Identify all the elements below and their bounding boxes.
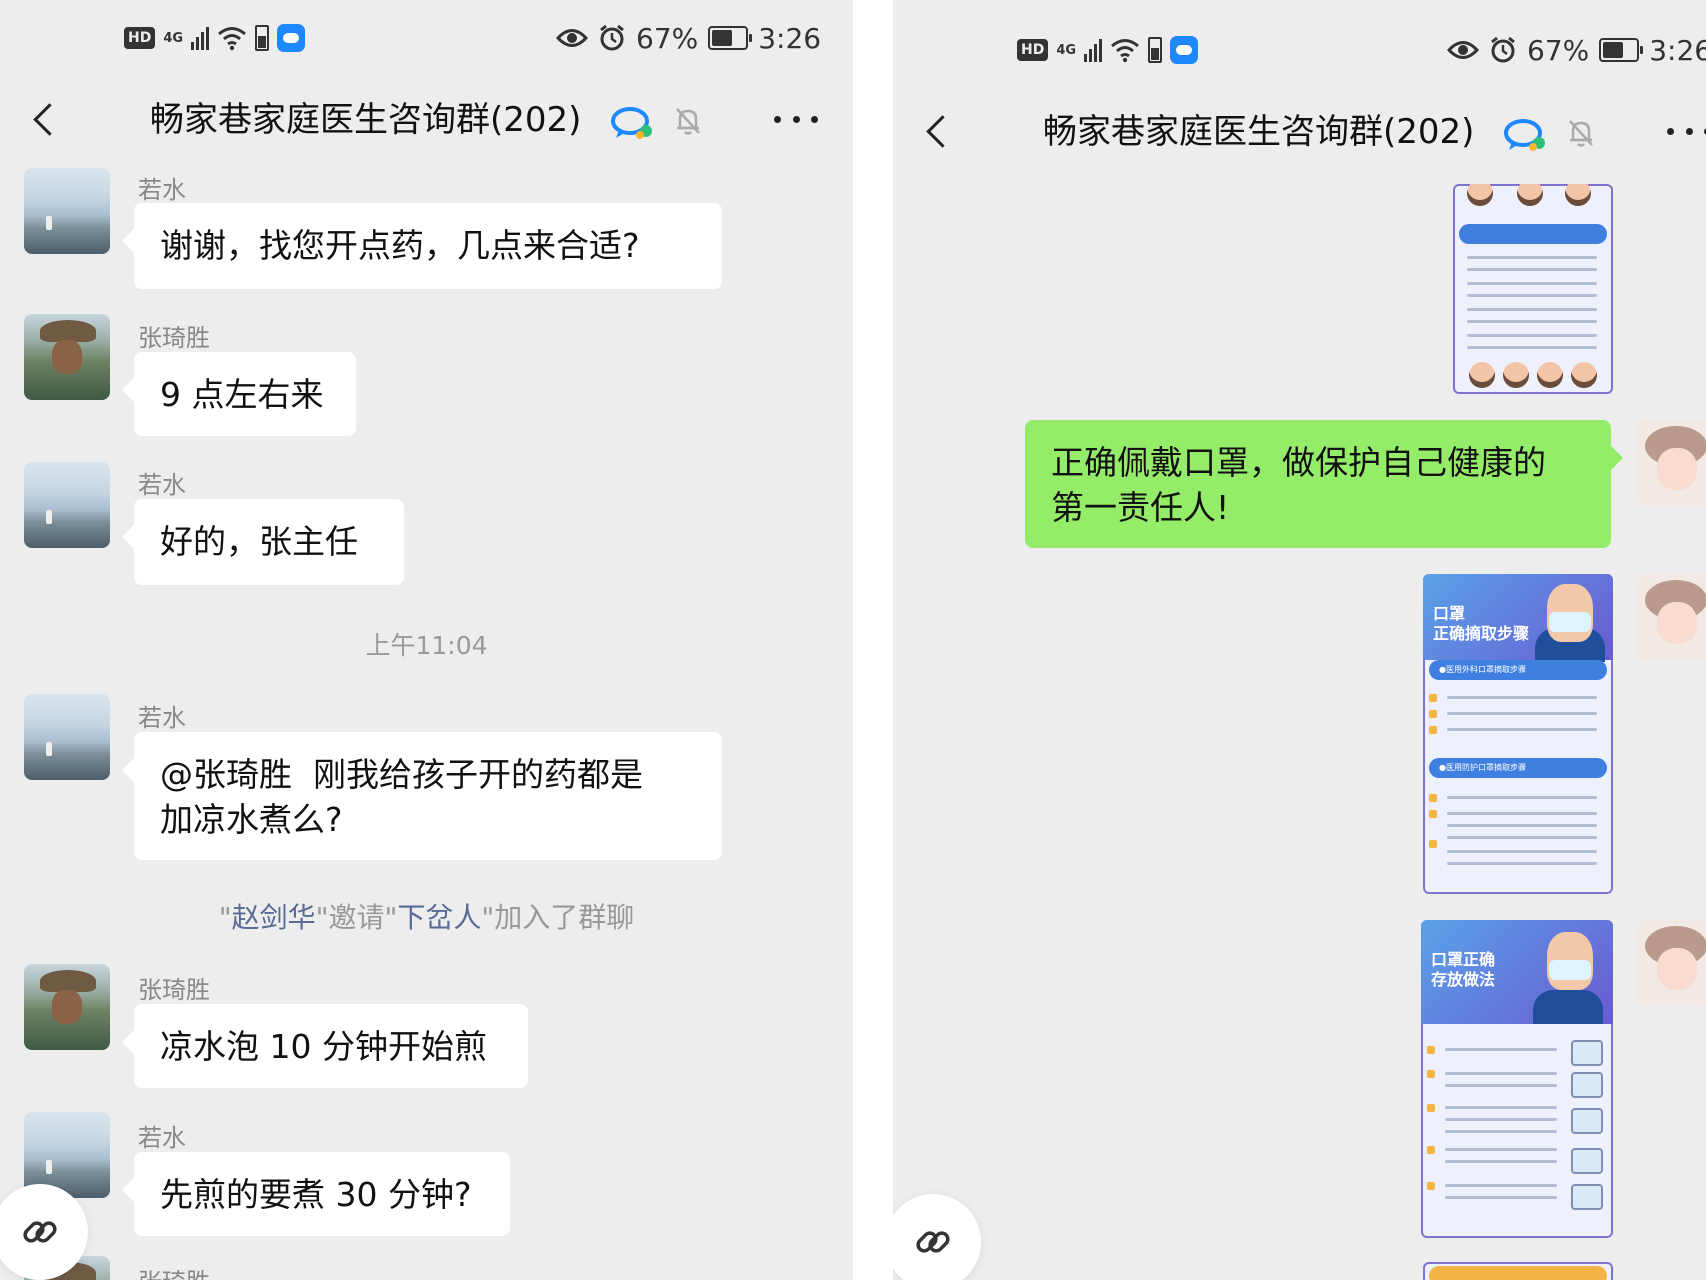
network-type: 4G: [1056, 42, 1077, 58]
mask-illustration: [1571, 1108, 1603, 1134]
poster-image[interactable]: [1453, 184, 1613, 394]
mask-illustration: [1571, 1040, 1603, 1066]
sender-name: 若水: [138, 471, 186, 499]
figure-illustration: [1517, 184, 1543, 206]
mask-illustration: [1549, 960, 1591, 980]
message-bubble[interactable]: 好的，张主任: [122, 499, 404, 585]
message-bubble[interactable]: 谢谢，找您开点药，几点来合适?: [122, 203, 722, 289]
figure-illustration: [1503, 362, 1529, 388]
figure-illustration: [1537, 362, 1563, 388]
sender-name: 若水: [138, 704, 186, 732]
right-chat-screen: HD 4G 67% 3:26 畅家巷家庭医生咨询群(202) 正确佩戴口罩，做保…: [893, 0, 1706, 1280]
notice-tail: "加入了群聊: [481, 901, 635, 934]
mute-bell-icon[interactable]: [1567, 118, 1595, 148]
mask-illustration: [1549, 612, 1591, 632]
signal-icon: [191, 26, 210, 50]
chat-header: 畅家巷家庭医生咨询群(202): [0, 90, 853, 150]
clock-time: 3:26: [758, 21, 822, 55]
more-icon[interactable]: [1667, 128, 1706, 138]
notice-inviter[interactable]: 赵剑华: [232, 901, 316, 934]
poster-section-band: [1459, 224, 1607, 244]
avatar[interactable]: [24, 314, 110, 400]
poster-image[interactable]: [1423, 1262, 1613, 1280]
avatar-self[interactable]: [1637, 920, 1706, 1006]
battery-percent: 67%: [636, 21, 699, 55]
message-bubble[interactable]: 9 点左右来: [122, 352, 356, 436]
timestamp: 上午11:04: [365, 631, 488, 660]
poster-image[interactable]: 口罩 正确摘取步骤 ●医用外科口罩摘取步骤 ●医用防护口罩摘取步骤: [1423, 574, 1613, 894]
battery-percent: 67%: [1527, 33, 1590, 67]
link-icon: [23, 1221, 57, 1243]
figure-illustration: [1469, 362, 1495, 388]
link-icon: [916, 1231, 950, 1253]
chat-bubble-icon[interactable]: [610, 106, 654, 140]
wifi-icon: [1111, 39, 1140, 63]
sender-name: 张琦胜: [138, 324, 210, 352]
message-bubble-self[interactable]: 正确佩戴口罩，做保护自己健康的 第一责任人!: [1025, 420, 1623, 548]
status-bar: HD 4G 67% 3:26: [0, 18, 853, 58]
system-notice: "赵剑华"邀请"下岔人"加入了群聊: [0, 896, 853, 936]
weather-app-icon: [1170, 36, 1199, 64]
figure-illustration: [1571, 362, 1597, 388]
poster-section-band: ●医用防护口罩摘取步骤: [1429, 758, 1607, 778]
back-arrow-icon[interactable]: [923, 110, 953, 154]
sender-name: 若水: [138, 1124, 186, 1152]
hd-icon: HD: [1017, 39, 1049, 61]
small-battery-icon: [1148, 37, 1163, 63]
weather-app-icon: [277, 24, 306, 52]
sender-name: 张琦胜: [138, 976, 210, 1004]
message-bubble[interactable]: 凉水泡 10 分钟开始煎: [122, 1004, 528, 1088]
small-battery-icon: [255, 25, 270, 51]
mask-illustration: [1571, 1184, 1603, 1210]
message-bubble[interactable]: 先煎的要煮 30 分钟?: [122, 1152, 510, 1236]
mask-illustration: [1571, 1072, 1603, 1098]
figure-illustration: [1565, 184, 1591, 206]
chat-bubble-icon[interactable]: [1503, 118, 1547, 152]
chat-title: 畅家巷家庭医生咨询群(202): [1043, 112, 1475, 152]
alarm-icon: [600, 24, 624, 51]
poster-section-band: [1429, 1266, 1607, 1280]
figure-illustration: [1467, 184, 1493, 206]
poster-title: 口罩正确 存放做法: [1431, 950, 1496, 989]
mute-bell-icon[interactable]: [674, 106, 702, 136]
chat-header: 畅家巷家庭医生咨询群(202): [893, 102, 1706, 162]
wifi-icon: [218, 27, 247, 51]
avatar[interactable]: [24, 964, 110, 1050]
avatar-self[interactable]: [1637, 574, 1706, 660]
left-chat-screen: HD 4G 67% 3:26 畅家巷家庭医生咨询群(202) 若水 谢谢，找您开…: [0, 0, 853, 1280]
poster-title: 口罩 正确摘取步骤: [1433, 604, 1530, 643]
signal-icon: [1084, 38, 1103, 62]
hd-icon: HD: [124, 27, 156, 49]
notice-quote: ": [218, 901, 232, 934]
mask-illustration: [1571, 1148, 1603, 1174]
poster-section-band: ●医用外科口罩摘取步骤: [1429, 660, 1607, 680]
notice-mid: "邀请": [315, 901, 398, 934]
avatar[interactable]: [24, 694, 110, 780]
sender-name: 若水: [138, 176, 186, 204]
battery-icon: [708, 26, 753, 50]
more-icon[interactable]: [774, 116, 818, 126]
link-button[interactable]: [893, 1194, 981, 1280]
clock-time: 3:26: [1649, 33, 1706, 67]
avatar[interactable]: [24, 168, 110, 254]
notice-invitee[interactable]: 下岔人: [397, 901, 481, 934]
avatar[interactable]: [24, 462, 110, 548]
battery-icon: [1599, 38, 1644, 62]
alarm-icon: [1491, 36, 1515, 63]
chat-title: 畅家巷家庭医生咨询群(202): [150, 100, 582, 140]
back-arrow-icon[interactable]: [30, 98, 60, 142]
poster-image[interactable]: 口罩正确 存放做法: [1421, 920, 1613, 1238]
figure-illustration: [1533, 990, 1603, 1024]
sender-name: 张琦胜: [138, 1262, 210, 1280]
eye-icon: [1447, 41, 1479, 59]
status-bar: HD 4G 67% 3:26: [893, 30, 1706, 70]
message-bubble[interactable]: @张琦胜 刚我给孩子开的药都是 加凉水煮么?: [122, 732, 722, 860]
eye-icon: [556, 29, 588, 47]
network-type: 4G: [163, 30, 184, 46]
avatar-self[interactable]: [1637, 420, 1706, 506]
